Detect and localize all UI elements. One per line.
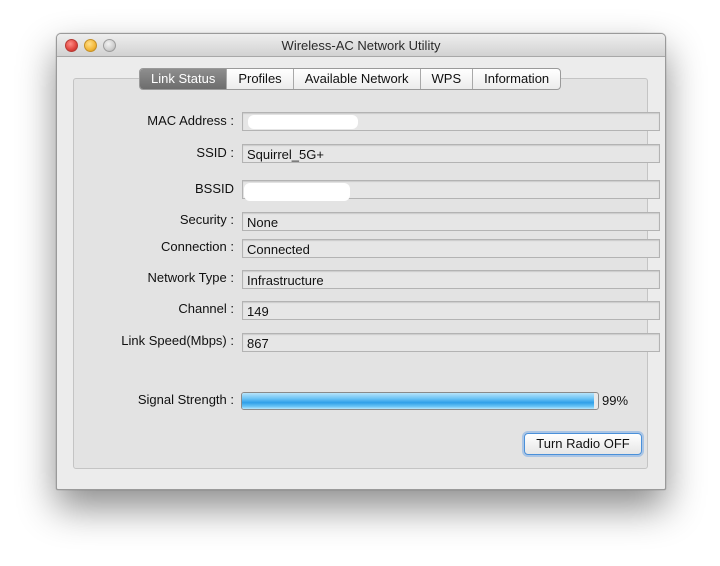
network-type-field: Infrastructure [242,270,660,289]
network-type-label: Network Type : [147,270,234,285]
tab-profiles[interactable]: Profiles [227,69,294,89]
signal-strength-fill [242,393,595,409]
link-speed-field: 867 [242,333,660,352]
tab-bar: Link Status Profiles Available Network W… [139,68,562,90]
connection-field: Connected [242,239,660,258]
signal-strength-bar [241,392,599,410]
mac-address-label: MAC Address : [147,113,234,128]
security-field: None [242,212,660,231]
connection-label: Connection : [161,239,234,254]
turn-radio-off-button[interactable]: Turn Radio OFF [524,433,642,455]
channel-field: 149 [242,301,660,320]
tab-information[interactable]: Information [473,69,560,89]
main-window: Wireless-AC Network Utility Link Status … [56,33,666,490]
tab-link-status[interactable]: Link Status [140,69,228,89]
redacted-mac-overlay [248,115,358,129]
title-bar[interactable]: Wireless-AC Network Utility [57,34,665,57]
ssid-field: Squirrel_5G+ [242,144,660,163]
security-label: Security : [179,212,234,227]
link-speed-label: Link Speed(Mbps) : [121,333,234,348]
signal-strength-label: Signal Strength : [137,392,234,407]
link-status-panel: MAC Address : SSID : Squirrel_5G+ BSSID … [73,78,660,469]
tab-available-network[interactable]: Available Network [294,69,421,89]
bssid-label: BSSID [194,181,234,196]
signal-strength-percent: 99% [602,393,629,408]
channel-label: Channel : [178,301,234,316]
tab-wps[interactable]: WPS [421,69,474,89]
ssid-label: SSID : [196,145,234,160]
window-title: Wireless-AC Network Utility [281,38,441,53]
redacted-bssid-overlay [244,183,350,201]
